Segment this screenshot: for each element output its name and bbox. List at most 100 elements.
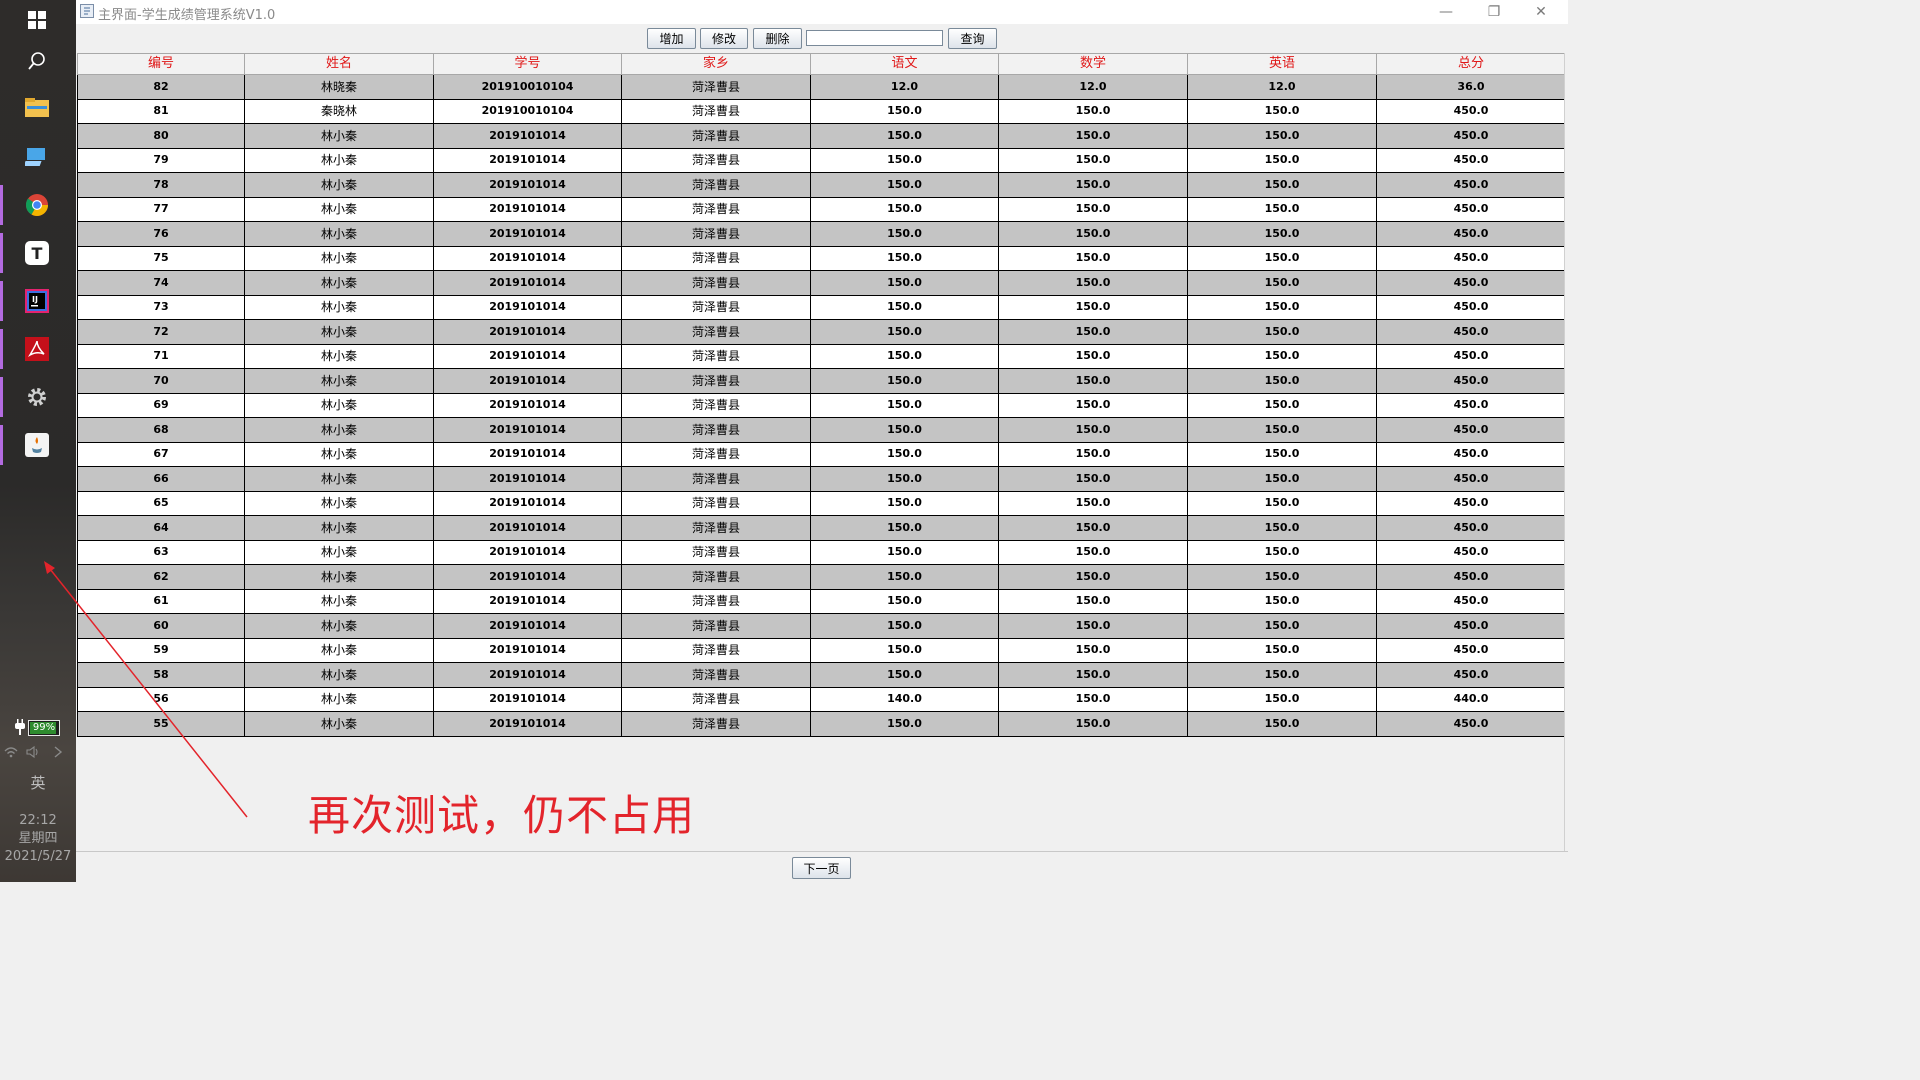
- cell-col-chinese[interactable]: 150.0: [810, 319, 999, 345]
- cell-col-student-no[interactable]: 2019101014: [433, 539, 622, 565]
- cell-col-student-no[interactable]: 2019101014: [433, 613, 622, 639]
- cell-col-english[interactable]: 150.0: [1187, 221, 1377, 247]
- cell-col-student-no[interactable]: 2019101014: [433, 392, 622, 418]
- cell-col-name[interactable]: 林小秦: [244, 490, 434, 516]
- cell-col-english[interactable]: 150.0: [1187, 662, 1377, 688]
- cell-col-name[interactable]: 林小秦: [244, 515, 434, 541]
- cell-col-id[interactable]: 80: [77, 123, 245, 149]
- cell-col-english[interactable]: 150.0: [1187, 172, 1377, 198]
- next-page-button[interactable]: 下一页: [792, 857, 851, 879]
- cell-col-english[interactable]: 150.0: [1187, 294, 1377, 320]
- cell-col-total[interactable]: 450.0: [1376, 294, 1566, 320]
- cell-col-name[interactable]: 林小秦: [244, 539, 434, 565]
- cell-col-hometown[interactable]: 菏泽曹县: [621, 319, 811, 345]
- table-row[interactable]: 58 林小秦 2019101014 菏泽曹县 150.0 150.0 150.0 450.0: [77, 662, 1566, 688]
- table-row[interactable]: 70 林小秦 2019101014 菏泽曹县 150.0 150.0 150.0 450.0: [77, 368, 1566, 394]
- cell-col-name[interactable]: 林小秦: [244, 147, 434, 173]
- cell-col-hometown[interactable]: 菏泽曹县: [621, 686, 811, 712]
- table-row[interactable]: 72 林小秦 2019101014 菏泽曹县 150.0 150.0 150.0 450.0: [77, 319, 1566, 345]
- cell-col-total[interactable]: 450.0: [1376, 466, 1566, 492]
- cell-col-math[interactable]: 150.0: [998, 588, 1188, 614]
- cell-col-student-no[interactable]: 2019101014: [433, 196, 622, 222]
- header-col-id[interactable]: 编号: [77, 53, 245, 75]
- windows-start-icon[interactable]: [22, 5, 52, 35]
- cell-col-total[interactable]: 450.0: [1376, 515, 1566, 541]
- clock-time[interactable]: 22:12: [0, 812, 76, 830]
- cell-col-id[interactable]: 65: [77, 490, 245, 516]
- cell-col-id[interactable]: 76: [77, 221, 245, 247]
- cell-col-chinese[interactable]: 150.0: [810, 270, 999, 296]
- student-table[interactable]: 编号 姓名 学号 家乡 语文 数学 英语 总分 82 林晓秦 201910010104 菏泽曹县 12…: [77, 53, 1566, 737]
- cell-col-total[interactable]: 450.0: [1376, 368, 1566, 394]
- cell-col-total[interactable]: 450.0: [1376, 637, 1566, 663]
- cell-col-name[interactable]: 林小秦: [244, 417, 434, 443]
- table-row[interactable]: 79 林小秦 2019101014 菏泽曹县 150.0 150.0 150.0 450.0: [77, 147, 1566, 173]
- cell-col-total[interactable]: 450.0: [1376, 490, 1566, 516]
- cell-col-chinese[interactable]: 150.0: [810, 466, 999, 492]
- cell-col-student-no[interactable]: 2019101014: [433, 637, 622, 663]
- cell-col-chinese[interactable]: 150.0: [810, 245, 999, 271]
- cell-col-id[interactable]: 62: [77, 564, 245, 590]
- cell-col-id[interactable]: 64: [77, 515, 245, 541]
- acrobat-icon[interactable]: [22, 334, 52, 364]
- cell-col-math[interactable]: 150.0: [998, 515, 1188, 541]
- cell-col-student-no[interactable]: 2019101014: [433, 588, 622, 614]
- cell-col-math[interactable]: 150.0: [998, 466, 1188, 492]
- cell-col-english[interactable]: 150.0: [1187, 711, 1377, 737]
- cell-col-id[interactable]: 68: [77, 417, 245, 443]
- cell-col-id[interactable]: 58: [77, 662, 245, 688]
- cell-col-student-no[interactable]: 2019101014: [433, 294, 622, 320]
- cell-col-math[interactable]: 150.0: [998, 294, 1188, 320]
- cell-col-english[interactable]: 150.0: [1187, 564, 1377, 590]
- cell-col-name[interactable]: 林小秦: [244, 637, 434, 663]
- table-row[interactable]: 71 林小秦 2019101014 菏泽曹县 150.0 150.0 150.0 450.0: [77, 343, 1566, 369]
- cell-col-id[interactable]: 79: [77, 147, 245, 173]
- cell-col-english[interactable]: 150.0: [1187, 588, 1377, 614]
- clock-date[interactable]: 2021/5/27: [0, 848, 76, 866]
- cell-col-id[interactable]: 70: [77, 368, 245, 394]
- cell-col-id[interactable]: 63: [77, 539, 245, 565]
- header-col-hometown[interactable]: 家乡: [621, 53, 811, 75]
- cell-col-hometown[interactable]: 菏泽曹县: [621, 245, 811, 271]
- cell-col-total[interactable]: 450.0: [1376, 196, 1566, 222]
- cell-col-student-no[interactable]: 2019101014: [433, 343, 622, 369]
- table-row[interactable]: 80 林小秦 2019101014 菏泽曹县 150.0 150.0 150.0 450.0: [77, 123, 1566, 149]
- title-bar[interactable]: 主界面-学生成绩管理系统V1.0 — ❐ ✕: [76, 0, 1568, 24]
- cell-col-total[interactable]: 450.0: [1376, 564, 1566, 590]
- cell-col-english[interactable]: 150.0: [1187, 319, 1377, 345]
- cell-col-english[interactable]: 12.0: [1187, 74, 1377, 100]
- cell-col-english[interactable]: 150.0: [1187, 466, 1377, 492]
- cell-col-hometown[interactable]: 菏泽曹县: [621, 294, 811, 320]
- this-pc-icon[interactable]: [22, 142, 52, 172]
- table-row[interactable]: 66 林小秦 2019101014 菏泽曹县 150.0 150.0 150.0 450.0: [77, 466, 1566, 492]
- edit-button[interactable]: 修改: [700, 28, 748, 49]
- table-row[interactable]: 56 林小秦 2019101014 菏泽曹县 140.0 150.0 150.0 440.0: [77, 686, 1566, 712]
- minimize-button[interactable]: —: [1431, 2, 1461, 22]
- cell-col-math[interactable]: 150.0: [998, 98, 1188, 124]
- cell-col-math[interactable]: 150.0: [998, 221, 1188, 247]
- restore-button[interactable]: ❐: [1479, 2, 1509, 22]
- cell-col-hometown[interactable]: 菏泽曹县: [621, 196, 811, 222]
- cell-col-name[interactable]: 林小秦: [244, 466, 434, 492]
- cell-col-math[interactable]: 150.0: [998, 662, 1188, 688]
- table-row[interactable]: 61 林小秦 2019101014 菏泽曹县 150.0 150.0 150.0 450.0: [77, 588, 1566, 614]
- cell-col-english[interactable]: 150.0: [1187, 613, 1377, 639]
- cell-col-id[interactable]: 75: [77, 245, 245, 271]
- cell-col-id[interactable]: 74: [77, 270, 245, 296]
- cell-col-hometown[interactable]: 菏泽曹县: [621, 172, 811, 198]
- cell-col-math[interactable]: 12.0: [998, 74, 1188, 100]
- cell-col-chinese[interactable]: 150.0: [810, 123, 999, 149]
- cell-col-hometown[interactable]: 菏泽曹县: [621, 613, 811, 639]
- cell-col-hometown[interactable]: 菏泽曹县: [621, 637, 811, 663]
- cell-col-total[interactable]: 450.0: [1376, 441, 1566, 467]
- cell-col-total[interactable]: 450.0: [1376, 711, 1566, 737]
- cell-col-hometown[interactable]: 菏泽曹县: [621, 588, 811, 614]
- search-icon[interactable]: [22, 46, 52, 76]
- cell-col-hometown[interactable]: 菏泽曹县: [621, 441, 811, 467]
- cell-col-math[interactable]: 150.0: [998, 392, 1188, 418]
- cell-col-total[interactable]: 450.0: [1376, 662, 1566, 688]
- cell-col-student-no[interactable]: 2019101014: [433, 368, 622, 394]
- table-row[interactable]: 81 秦晓林 201910010104 菏泽曹县 150.0 150.0 150.0 450.…: [77, 98, 1566, 124]
- cell-col-math[interactable]: 150.0: [998, 343, 1188, 369]
- table-row[interactable]: 68 林小秦 2019101014 菏泽曹县 150.0 150.0 150.0 450.0: [77, 417, 1566, 443]
